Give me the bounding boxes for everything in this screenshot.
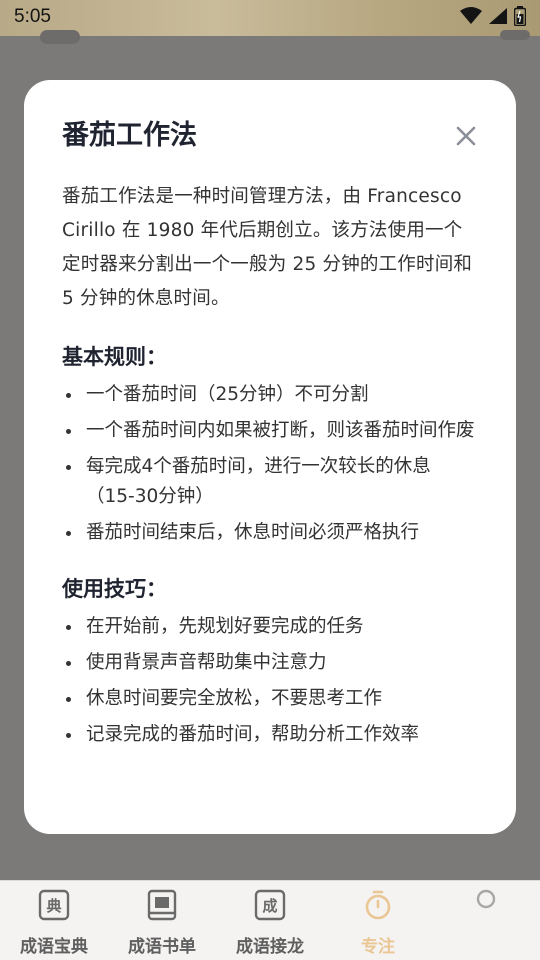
idiom-chain-icon: 成: [254, 889, 286, 921]
nav-item-focus[interactable]: 专注: [324, 881, 432, 960]
nav-item-booklist[interactable]: 成语书单: [108, 881, 216, 960]
pomodoro-info-dialog: 番茄工作法 番茄工作法是一种时间管理方法，由 Francesco Cirillo…: [24, 80, 516, 834]
list-item: 每完成4个番茄时间，进行一次较长的休息（15-30分钟）: [62, 452, 478, 512]
idiom-chain-icon-glyph: 成: [262, 897, 277, 915]
dictionary-icon-glyph: 典: [46, 897, 61, 915]
close-icon: [452, 126, 480, 154]
list-item: 一个番茄时间（25分钟）不可分割: [62, 380, 478, 410]
battery-icon: [514, 6, 526, 26]
status-icons: [460, 6, 526, 26]
profile-icon: [470, 889, 502, 921]
list-item: 一个番茄时间内如果被打断，则该番茄时间作废: [62, 416, 478, 446]
intro-paragraph: 番茄工作法是一种时间管理方法，由 Francesco Cirillo 在 198…: [62, 186, 473, 309]
wifi-icon: [460, 7, 482, 25]
nav-item-idiom-chain[interactable]: 成 成语接龙: [216, 881, 324, 960]
nav-item-dictionary[interactable]: 典 成语宝典: [0, 881, 108, 960]
tips-heading: 使用技巧：: [62, 577, 167, 601]
bottom-nav: 典 成语宝典 成语书单 成 成语接龙 专注: [0, 880, 540, 960]
list-item: 休息时间要完全放松，不要思考工作: [62, 684, 478, 714]
list-item: 记录完成的番茄时间，帮助分析工作效率: [62, 720, 478, 750]
nav-label: 成语书单: [128, 937, 196, 957]
list-item: 番茄时间结束后，休息时间必须严格执行: [62, 518, 478, 548]
nav-label: 成语宝典: [20, 937, 88, 957]
signal-icon: [488, 7, 508, 25]
nav-item-profile[interactable]: [432, 881, 540, 960]
status-time: 5:05: [14, 6, 51, 27]
list-item: 在开始前，先规划好要完成的任务: [62, 612, 478, 642]
book-icon: [146, 889, 178, 921]
rules-heading: 基本规则：: [62, 345, 167, 369]
tips-list: 在开始前，先规划好要完成的任务 使用背景声音帮助集中注意力 休息时间要完全放松，…: [62, 612, 478, 750]
dictionary-icon: 典: [38, 889, 70, 921]
close-button[interactable]: [452, 122, 480, 150]
nav-label: 专注: [361, 937, 395, 957]
status-bar: 5:05: [0, 0, 540, 36]
nav-label: 成语接龙: [236, 937, 304, 957]
rules-list: 一个番茄时间（25分钟）不可分割 一个番茄时间内如果被打断，则该番茄时间作废 每…: [62, 380, 478, 548]
list-item: 使用背景声音帮助集中注意力: [62, 648, 478, 678]
dialog-title: 番茄工作法: [62, 120, 197, 151]
timer-icon: [362, 889, 394, 921]
